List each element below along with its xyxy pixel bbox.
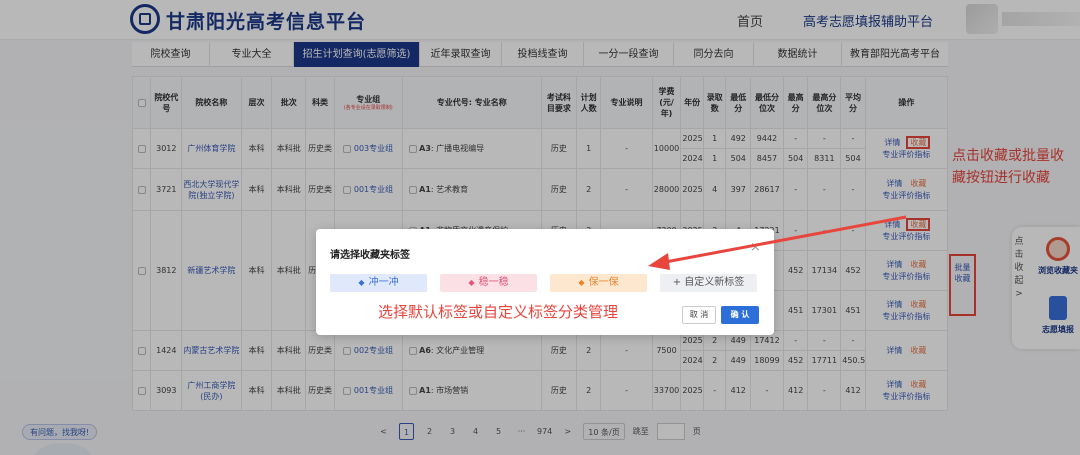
arrow-line xyxy=(659,215,907,265)
annotation-arrow xyxy=(648,215,907,270)
arrow-head xyxy=(648,253,670,270)
